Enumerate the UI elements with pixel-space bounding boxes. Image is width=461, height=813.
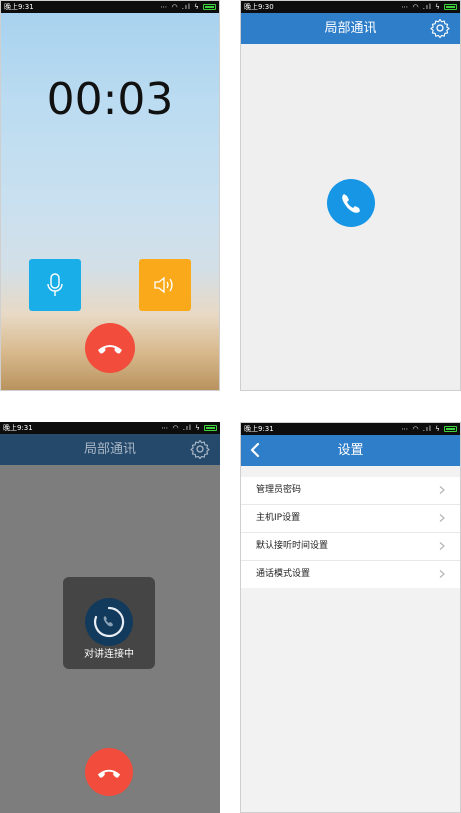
battery-icon [444, 426, 457, 432]
speaker-icon [154, 276, 173, 294]
settings-item-call-mode[interactable]: 通话模式设置 [241, 561, 460, 588]
call-active-screen: 晚上9:31 ⋯ ◠ .ıl ϟ 00:03 [0, 0, 220, 391]
microphone-button[interactable] [29, 259, 81, 311]
status-icons: ⋯ ◠ .ıl ϟ [401, 1, 457, 13]
chevron-right-icon [439, 486, 445, 494]
chevron-right-icon [439, 514, 445, 522]
call-timer: 00:03 [46, 74, 174, 125]
settings-item-label: 通话模式设置 [256, 569, 311, 579]
settings-item-admin-password[interactable]: 管理员密码 [241, 477, 460, 505]
microphone-icon [47, 273, 63, 296]
status-bar: 晚上9:31 ⋯ ◠ .ıl ϟ [1, 1, 219, 13]
battery-icon [444, 4, 457, 10]
status-time: 晚上9:30 [244, 3, 274, 11]
page-title: 局部通讯 [324, 21, 377, 36]
battery-icon [204, 425, 217, 431]
hangup-button[interactable] [85, 748, 133, 796]
call-button[interactable] [327, 179, 375, 227]
settings-item-default-answer-time[interactable]: 默认接听时间设置 [241, 533, 460, 561]
chevron-right-icon [439, 542, 445, 550]
chevron-right-icon [439, 570, 445, 578]
settings-item-label: 默认接听时间设置 [256, 541, 329, 551]
settings-screen: 晚上9:31 ⋯ ◠ .ıl ϟ 设置 管理员密码 主机IP设置 默认接听时间设… [240, 422, 461, 813]
title-bar: 局部通讯 [0, 434, 220, 465]
hangup-phone-icon [97, 769, 121, 778]
settings-item-label: 主机IP设置 [256, 513, 301, 523]
title-bar: 局部通讯 [241, 13, 460, 44]
gear-icon[interactable] [430, 18, 450, 38]
back-chevron-icon[interactable] [247, 441, 265, 459]
toast-label: 对讲连接中 [84, 649, 134, 660]
status-bar: 晚上9:30 ⋯ ◠ .ıl ϟ [241, 1, 460, 13]
settings-item-host-ip[interactable]: 主机IP设置 [241, 505, 460, 533]
battery-icon [203, 4, 216, 10]
speaker-button[interactable] [139, 259, 191, 311]
hangup-phone-icon [98, 345, 122, 354]
page-title: 设置 [337, 443, 364, 458]
settings-list: 管理员密码 主机IP设置 默认接听时间设置 通话模式设置 [241, 477, 460, 588]
status-icons: ⋯ ◠ .ıl ϟ [401, 423, 457, 435]
title-bar: 设置 [241, 435, 460, 466]
status-time: 晚上9:31 [244, 425, 274, 433]
status-icons: ⋯ ◠ .ıl ϟ [161, 422, 217, 434]
home-screen: 晚上9:30 ⋯ ◠ .ıl ϟ 局部通讯 [240, 0, 461, 391]
connecting-toast: 对讲连接中 [63, 577, 155, 669]
loading-spinner-icon [94, 606, 125, 638]
page-title: 局部通讯 [83, 442, 136, 457]
settings-item-label: 管理员密码 [256, 485, 302, 495]
loading-spinner [85, 598, 133, 646]
status-icons: ⋯ ◠ .ıl ϟ [160, 1, 216, 13]
gear-icon[interactable] [190, 439, 210, 459]
hangup-button[interactable] [85, 323, 135, 373]
status-time: 晚上9:31 [4, 3, 34, 11]
status-bar: 晚上9:31 ⋯ ◠ .ıl ϟ [0, 422, 220, 434]
status-bar: 晚上9:31 ⋯ ◠ .ıl ϟ [241, 423, 460, 435]
connecting-screen: 晚上9:31 ⋯ ◠ .ıl ϟ 局部通讯 对讲连接中 [0, 422, 220, 813]
phone-icon [342, 194, 360, 213]
status-time: 晚上9:31 [3, 424, 33, 432]
